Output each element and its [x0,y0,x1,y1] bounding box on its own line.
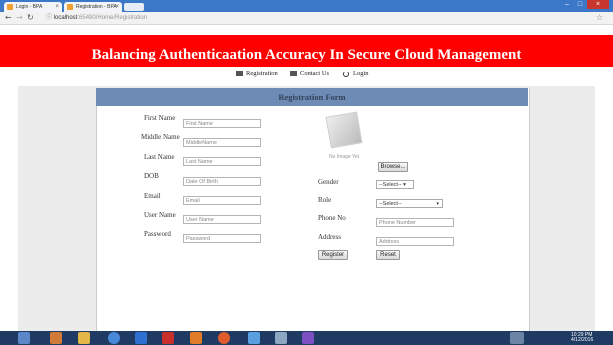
taskbar-app-icon[interactable] [50,332,62,344]
paint-icon[interactable] [190,332,202,344]
favicon-icon [7,4,13,10]
first-name-input[interactable]: First Name [183,119,261,128]
chrome-icon[interactable] [108,332,120,344]
middle-name-label: Middle Name [141,133,180,141]
nav-contact-label: Contact Us [300,70,330,77]
forward-icon[interactable]: → [16,13,23,23]
snipping-icon[interactable] [275,332,287,344]
ie-icon[interactable] [135,332,147,344]
maximize-icon[interactable]: □ [574,0,586,9]
folder-icon[interactable] [78,332,90,344]
pdf-icon[interactable] [162,332,174,344]
password-input[interactable]: Password [183,234,261,243]
dob-label: DOB [144,172,159,180]
gender-label: Gender [318,178,339,186]
nav-registration[interactable]: Registration [236,67,278,81]
keyboard-icon[interactable] [510,332,524,344]
email-label: Email [144,192,161,200]
tab-label: Login - BPA [16,4,43,10]
nav-login-label: Login [353,70,369,77]
form-heading: Registration Form [96,88,528,106]
email-input[interactable]: Email [183,196,261,205]
start-icon[interactable] [18,332,30,344]
power-icon [343,70,349,77]
tab-login[interactable]: Login - BPA × [4,2,62,12]
nav-login[interactable]: Login [343,67,369,81]
tab-registration[interactable]: Registration - BPA × [64,2,122,12]
close-tab-icon[interactable]: × [115,2,119,12]
bookmark-star-icon[interactable]: ☆ [596,13,603,23]
address-label: Address [318,233,341,241]
url-field[interactable]: ⓘ localhost:65490/Home/Registration [46,14,586,23]
reset-button[interactable]: Reset [376,250,400,260]
clock[interactable]: 10:29 PM 4/12/2016 [571,333,593,343]
user-name-input[interactable]: User Name [183,215,261,224]
gender-select[interactable]: --Select-- ▾ [376,180,414,189]
last-name-input[interactable]: Last Name [183,157,261,166]
calculator-icon[interactable] [248,332,260,344]
browse-button[interactable]: Browse... [378,162,408,172]
role-select[interactable]: --Select-- ▾ [376,199,443,208]
clock-date: 4/12/2016 [571,337,594,343]
image-placeholder-icon [325,111,363,149]
role-select-value: --Select-- [379,201,402,207]
media-icon[interactable] [218,332,230,344]
back-icon[interactable]: ← [5,13,12,23]
phone-input[interactable]: Phone Number [376,218,454,227]
close-window-icon[interactable]: × [587,0,609,9]
password-label: Password [144,230,171,238]
envelope-icon [290,71,297,77]
app-title: Balancing Authenticaation Accuracy In Se… [91,47,522,63]
first-name-label: First Name [144,114,176,122]
last-name-label: Last Name [144,153,175,161]
nav-registration-label: Registration [246,70,278,77]
url-host: localhost [53,15,78,21]
address-input[interactable]: Address [376,237,454,246]
nav-contact[interactable]: Contact Us [290,67,329,81]
tab-label: Registration - BPA [76,4,117,10]
user-name-label: User Name [144,211,176,219]
photo-caption: No Image Yet [328,154,360,160]
role-label: Role [318,196,332,204]
visual-studio-icon[interactable] [302,332,314,344]
envelope-icon [236,71,243,77]
register-button[interactable]: Register [318,250,348,260]
url-path: :65490/Home/Registration [77,15,148,21]
favicon-icon [67,4,73,10]
minimize-icon[interactable]: – [561,0,573,9]
close-tab-icon[interactable]: × [55,2,59,12]
new-tab-button[interactable] [124,3,144,11]
middle-name-input[interactable]: MiddleName [183,138,261,147]
dob-input[interactable]: Date Of Birth [183,177,261,186]
reload-icon[interactable]: ↻ [27,13,34,23]
phone-label: Phone No [318,214,346,222]
registration-card [96,88,530,331]
info-icon: ⓘ [46,15,54,21]
chevron-down-icon: ▾ [436,201,439,207]
